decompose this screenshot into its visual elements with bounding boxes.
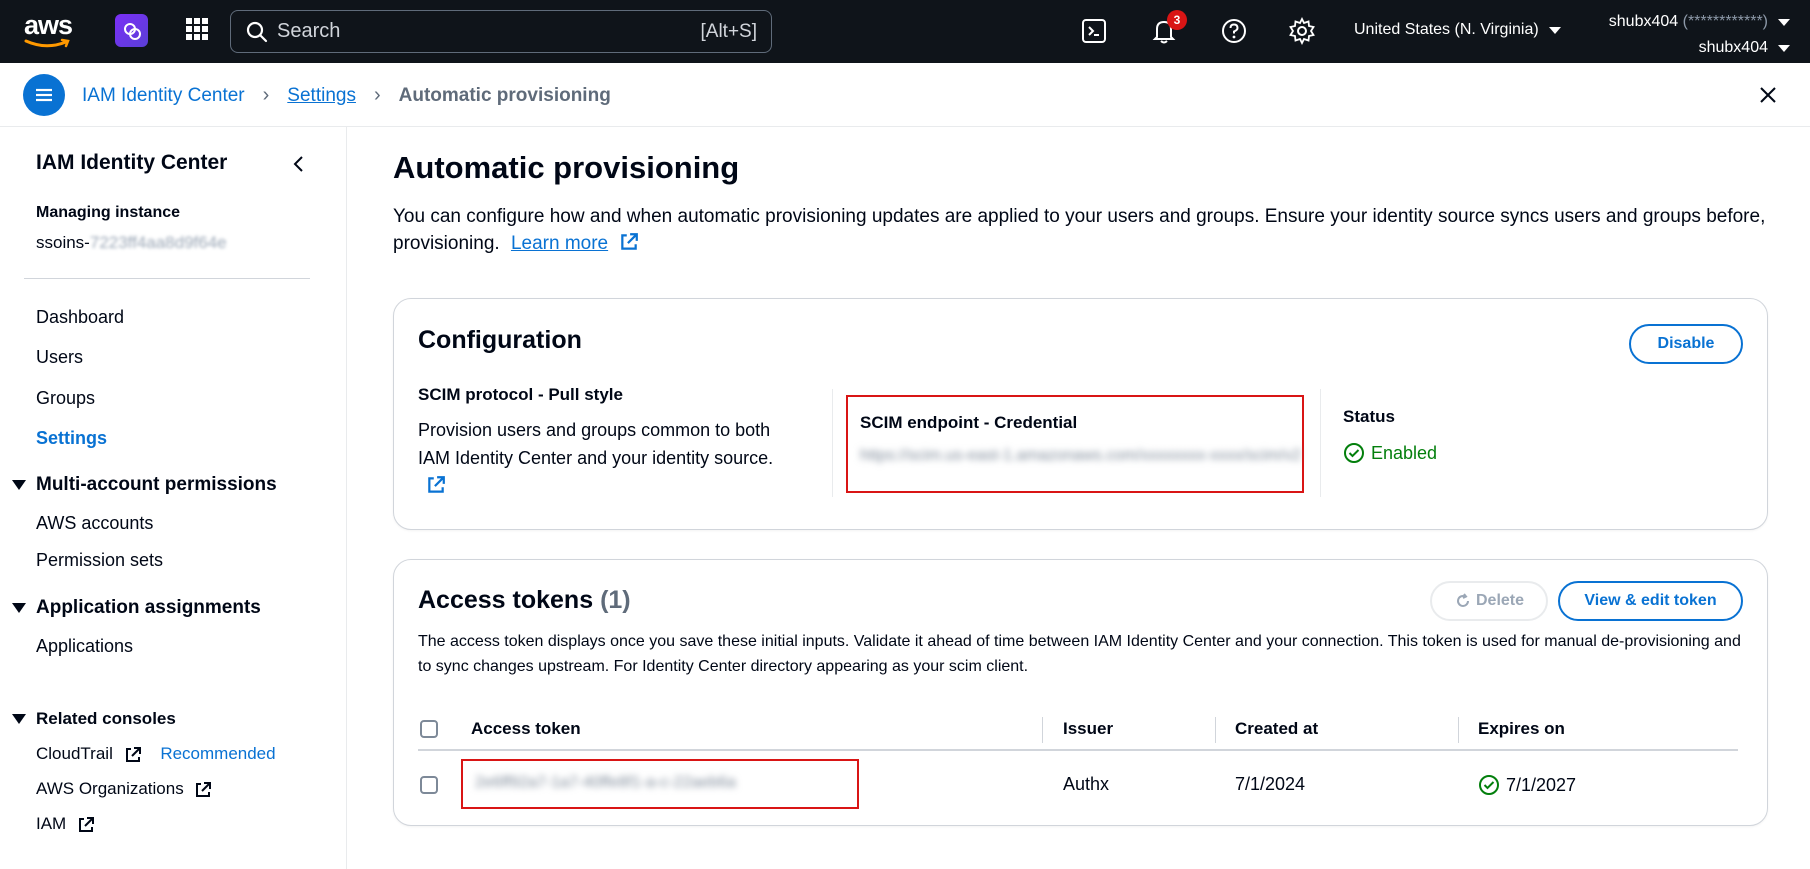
sidebar-section-related-consoles[interactable]: Related consoles	[12, 709, 176, 729]
recommended-link[interactable]: Recommended	[160, 744, 275, 763]
managing-instance-label: Managing instance	[36, 204, 181, 221]
chevron-down-icon	[1778, 45, 1790, 52]
access-token-value: 2e6ff92a7-1a7-40ffe8f1-a-c-22aeb6a	[475, 774, 736, 791]
refresh-icon	[1457, 593, 1469, 607]
breadcrumb-iam-identity-center[interactable]: IAM Identity Center	[82, 85, 245, 107]
access-tokens-table: Access token Issuer Created at Expires o…	[418, 707, 1738, 821]
sidebar-item-permission-sets[interactable]: Permission sets	[36, 550, 163, 571]
sidebar-item-groups[interactable]: Groups	[36, 388, 95, 409]
column-divider	[1458, 717, 1459, 743]
notification-badge: 3	[1167, 10, 1187, 30]
expires-on-cell: 7/1/2027	[1478, 774, 1576, 796]
status-success-icon	[1344, 443, 1364, 463]
scim-endpoint-value[interactable]: https://scim.us-east-1.amazonaws.com/xxx…	[860, 447, 1301, 465]
search-shortcut: [Alt+S]	[700, 20, 758, 42]
table-row[interactable]: 2e6ff92a7-1a7-40ffe8f1-a-c-22aeb6a Authx…	[418, 751, 1738, 821]
sidebar-section-multi-account[interactable]: Multi-account permissions	[12, 474, 277, 496]
caret-down-icon	[12, 603, 26, 613]
view-edit-token-button[interactable]: View & edit token	[1558, 581, 1743, 621]
external-link-icon	[196, 781, 212, 797]
chevron-right-icon: ›	[262, 84, 270, 106]
sidebar-title[interactable]: IAM Identity Center	[36, 151, 227, 175]
breadcrumb: IAM Identity Center › Settings › Automat…	[82, 84, 611, 107]
breadcrumb-settings[interactable]: Settings	[287, 85, 356, 107]
configuration-title: Configuration	[418, 326, 582, 354]
disable-button[interactable]: Disable	[1629, 324, 1743, 364]
chevron-right-icon: ›	[373, 84, 381, 106]
scim-protocol-title: SCIM protocol - Pull style	[418, 385, 623, 404]
sidebar-divider	[24, 278, 310, 279]
status-badge: Enabled	[1343, 442, 1437, 464]
scim-endpoint-credential: SCIM endpoint - Credential https://scim.…	[846, 395, 1304, 493]
column-created-at[interactable]: Created at	[1235, 719, 1318, 739]
status-label: Status	[1343, 407, 1395, 426]
chevron-down-icon	[1548, 26, 1561, 34]
column-divider	[1042, 717, 1043, 743]
navigation-menu-button[interactable]	[23, 74, 65, 116]
sidebar-item-dashboard[interactable]: Dashboard	[36, 307, 124, 328]
scim-protocol-description: Provision users and groups common to bot…	[418, 416, 788, 500]
issuer-cell: Authx	[1063, 774, 1110, 794]
page-description: You can configure how and when automatic…	[393, 206, 1766, 254]
column-access-token[interactable]: Access token	[471, 719, 581, 739]
sidebar-item-users[interactable]: Users	[36, 347, 83, 368]
select-all-checkbox[interactable]	[420, 720, 438, 738]
access-tokens-card: Access tokens (1) Delete View & edit tok…	[393, 559, 1768, 826]
settings-gear-icon[interactable]	[1288, 17, 1316, 45]
configuration-card: Configuration Disable SCIM protocol - Pu…	[393, 298, 1768, 530]
external-link-icon	[125, 746, 141, 762]
help-icon[interactable]	[1220, 17, 1248, 45]
delete-button: Delete	[1430, 581, 1548, 621]
external-link-icon[interactable]	[619, 232, 639, 252]
created-at-cell: 7/1/2024	[1235, 774, 1306, 794]
search-icon	[246, 21, 268, 42]
external-link-icon	[78, 816, 94, 832]
sidebar-item-applications[interactable]: Applications	[36, 636, 133, 657]
column-divider	[1215, 717, 1216, 743]
sidebar-item-cloudtrail[interactable]: CloudTrail Recommended	[36, 744, 276, 764]
aws-smile-icon	[24, 38, 70, 48]
hamburger-icon	[36, 88, 52, 102]
learn-more-link[interactable]: Learn more	[511, 233, 608, 254]
amazon-q-app-icon[interactable]	[115, 14, 148, 47]
status-success-icon	[1479, 775, 1499, 795]
column-issuer[interactable]: Issuer	[1063, 719, 1113, 739]
top-navigation: aws Search [Alt+S] 3 United States (N. V…	[0, 0, 1810, 63]
sidebar-item-aws-accounts[interactable]: AWS accounts	[36, 513, 153, 534]
external-link-icon[interactable]	[426, 475, 446, 495]
search-bar[interactable]: Search [Alt+S]	[230, 10, 772, 53]
column-expires-on[interactable]: Expires on	[1478, 719, 1565, 739]
region-selector[interactable]: United States (N. Virginia)	[1354, 21, 1561, 39]
breadcrumb-bar: IAM Identity Center › Settings › Automat…	[0, 63, 1810, 127]
sidebar: IAM Identity Center Managing instance ss…	[0, 127, 347, 869]
collapse-sidebar-icon[interactable]	[290, 153, 308, 175]
column-divider	[832, 389, 833, 497]
sidebar-item-iam[interactable]: IAM	[36, 814, 95, 834]
access-token-cell: 2e6ff92a7-1a7-40ffe8f1-a-c-22aeb6a	[461, 759, 859, 809]
breadcrumb-current: Automatic provisioning	[398, 84, 611, 106]
caret-down-icon	[12, 714, 26, 724]
search-placeholder: Search	[277, 20, 341, 42]
close-icon[interactable]	[1756, 83, 1780, 107]
account-menu[interactable]: shubx404 (************) shubx404	[1609, 9, 1790, 61]
sidebar-section-application-assignments[interactable]: Application assignments	[12, 597, 261, 619]
sidebar-item-aws-organizations[interactable]: AWS Organizations	[36, 779, 212, 799]
sidebar-item-settings[interactable]: Settings	[36, 428, 107, 449]
access-tokens-title: Access tokens (1)	[418, 586, 631, 614]
managing-instance-value: ssoins-7223ff4aa8d9f64e	[36, 233, 227, 252]
table-header: Access token Issuer Created at Expires o…	[418, 707, 1738, 751]
cloudshell-icon[interactable]	[1080, 17, 1108, 45]
scim-endpoint-label: SCIM endpoint - Credential	[860, 413, 1078, 432]
column-divider	[1320, 389, 1321, 497]
row-checkbox[interactable]	[420, 776, 438, 794]
page-title: Automatic provisioning	[393, 150, 740, 185]
access-tokens-description: The access token displays once you save …	[418, 633, 1741, 675]
chevron-down-icon	[1778, 19, 1790, 26]
aws-logo[interactable]: aws	[24, 12, 76, 48]
caret-down-icon	[12, 480, 26, 490]
services-grid-icon[interactable]	[186, 18, 208, 40]
